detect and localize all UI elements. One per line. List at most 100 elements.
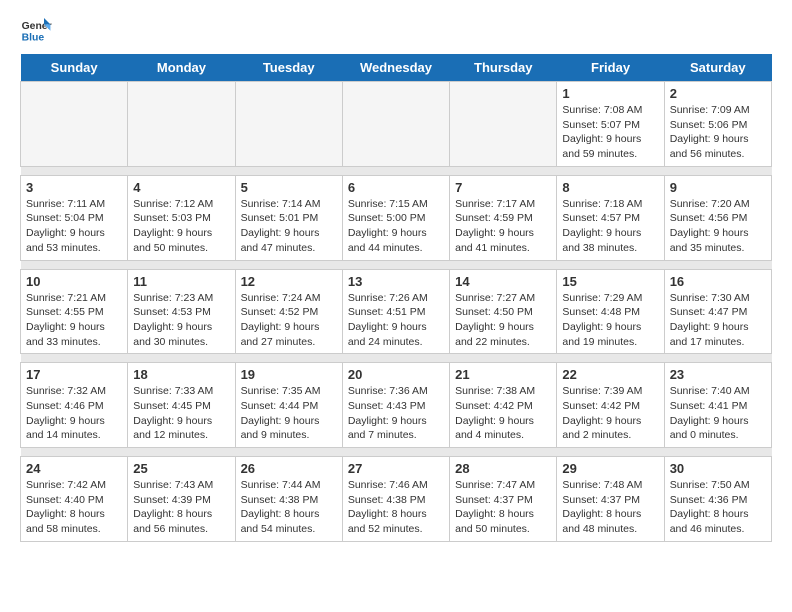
- day-detail: Sunrise: 7:17 AM Sunset: 4:59 PM Dayligh…: [455, 197, 551, 256]
- calendar-cell: 18 Sunrise: 7:33 AM Sunset: 4:45 PM Dayli…: [128, 363, 235, 448]
- day-detail: Sunrise: 7:08 AM Sunset: 5:07 PM Dayligh…: [562, 103, 658, 162]
- day-number: 4: [133, 180, 229, 195]
- calendar-cell: 14 Sunrise: 7:27 AM Sunset: 4:50 PM Dayli…: [450, 269, 557, 354]
- spacer-cell: [21, 166, 772, 175]
- day-number: 24: [26, 461, 122, 476]
- calendar-cell: 17Sunrise: 7:32 AM Sunset: 4:46 PM Dayli…: [21, 363, 128, 448]
- day-detail: Sunrise: 7:26 AM Sunset: 4:51 PM Dayligh…: [348, 291, 444, 350]
- calendar-header: SundayMondayTuesdayWednesdayThursdayFrid…: [21, 54, 772, 82]
- header-day-friday: Friday: [557, 54, 664, 82]
- calendar-cell: 29 Sunrise: 7:48 AM Sunset: 4:37 PM Dayli…: [557, 457, 664, 542]
- header-day-wednesday: Wednesday: [342, 54, 449, 82]
- day-number: 13: [348, 274, 444, 289]
- spacer-row: [21, 260, 772, 269]
- day-detail: Sunrise: 7:15 AM Sunset: 5:00 PM Dayligh…: [348, 197, 444, 256]
- spacer-row: [21, 448, 772, 457]
- day-number: 27: [348, 461, 444, 476]
- calendar-cell: 12Sunrise: 7:24 AM Sunset: 4:52 PM Dayli…: [235, 269, 342, 354]
- day-detail: Sunrise: 7:27 AM Sunset: 4:50 PM Dayligh…: [455, 291, 551, 350]
- week-row-3: 17Sunrise: 7:32 AM Sunset: 4:46 PM Dayli…: [21, 363, 772, 448]
- spacer-cell: [21, 448, 772, 457]
- day-number: 5: [241, 180, 337, 195]
- header: General Blue: [20, 16, 772, 44]
- day-detail: Sunrise: 7:47 AM Sunset: 4:37 PM Dayligh…: [455, 478, 551, 537]
- day-number: 21: [455, 367, 551, 382]
- main-container: General Blue SundayMondayTuesdayWednesda…: [0, 0, 792, 558]
- day-number: 1: [562, 86, 658, 101]
- day-detail: Sunrise: 7:48 AM Sunset: 4:37 PM Dayligh…: [562, 478, 658, 537]
- calendar-cell: 26Sunrise: 7:44 AM Sunset: 4:38 PM Dayli…: [235, 457, 342, 542]
- day-number: 30: [670, 461, 766, 476]
- day-number: 3: [26, 180, 122, 195]
- header-day-monday: Monday: [128, 54, 235, 82]
- day-number: 11: [133, 274, 229, 289]
- day-number: 7: [455, 180, 551, 195]
- day-number: 25: [133, 461, 229, 476]
- day-detail: Sunrise: 7:18 AM Sunset: 4:57 PM Dayligh…: [562, 197, 658, 256]
- day-detail: Sunrise: 7:42 AM Sunset: 4:40 PM Dayligh…: [26, 478, 122, 537]
- calendar-cell: 20 Sunrise: 7:36 AM Sunset: 4:43 PM Dayli…: [342, 363, 449, 448]
- header-day-saturday: Saturday: [664, 54, 771, 82]
- day-detail: Sunrise: 7:14 AM Sunset: 5:01 PM Dayligh…: [241, 197, 337, 256]
- day-detail: Sunrise: 7:36 AM Sunset: 4:43 PM Dayligh…: [348, 384, 444, 443]
- day-detail: Sunrise: 7:38 AM Sunset: 4:42 PM Dayligh…: [455, 384, 551, 443]
- calendar-cell: 5 Sunrise: 7:14 AM Sunset: 5:01 PM Daylig…: [235, 175, 342, 260]
- calendar-cell: 4 Sunrise: 7:12 AM Sunset: 5:03 PM Daylig…: [128, 175, 235, 260]
- calendar-cell: 21 Sunrise: 7:38 AM Sunset: 4:42 PM Dayli…: [450, 363, 557, 448]
- day-detail: Sunrise: 7:32 AM Sunset: 4:46 PM Dayligh…: [26, 384, 122, 443]
- day-detail: Sunrise: 7:40 AM Sunset: 4:41 PM Dayligh…: [670, 384, 766, 443]
- logo-icon: General Blue: [20, 16, 52, 44]
- calendar-cell: 16Sunrise: 7:30 AM Sunset: 4:47 PM Dayli…: [664, 269, 771, 354]
- header-day-tuesday: Tuesday: [235, 54, 342, 82]
- calendar-cell: 19 Sunrise: 7:35 AM Sunset: 4:44 PM Dayli…: [235, 363, 342, 448]
- day-number: 10: [26, 274, 122, 289]
- day-detail: Sunrise: 7:20 AM Sunset: 4:56 PM Dayligh…: [670, 197, 766, 256]
- calendar-cell: 6Sunrise: 7:15 AM Sunset: 5:00 PM Daylig…: [342, 175, 449, 260]
- calendar-cell: [21, 82, 128, 167]
- spacer-row: [21, 166, 772, 175]
- calendar-cell: 13 Sunrise: 7:26 AM Sunset: 4:51 PM Dayli…: [342, 269, 449, 354]
- week-row-2: 10 Sunrise: 7:21 AM Sunset: 4:55 PM Dayli…: [21, 269, 772, 354]
- week-row-4: 24 Sunrise: 7:42 AM Sunset: 4:40 PM Dayli…: [21, 457, 772, 542]
- spacer-row: [21, 354, 772, 363]
- day-number: 29: [562, 461, 658, 476]
- day-detail: Sunrise: 7:33 AM Sunset: 4:45 PM Dayligh…: [133, 384, 229, 443]
- day-number: 18: [133, 367, 229, 382]
- calendar-cell: 25 Sunrise: 7:43 AM Sunset: 4:39 PM Dayli…: [128, 457, 235, 542]
- calendar-cell: 2Sunrise: 7:09 AM Sunset: 5:06 PM Daylig…: [664, 82, 771, 167]
- day-number: 2: [670, 86, 766, 101]
- logo: General Blue: [20, 16, 56, 44]
- day-number: 14: [455, 274, 551, 289]
- calendar-cell: 11 Sunrise: 7:23 AM Sunset: 4:53 PM Dayli…: [128, 269, 235, 354]
- calendar-cell: 15Sunrise: 7:29 AM Sunset: 4:48 PM Dayli…: [557, 269, 664, 354]
- day-detail: Sunrise: 7:23 AM Sunset: 4:53 PM Dayligh…: [133, 291, 229, 350]
- day-number: 23: [670, 367, 766, 382]
- svg-text:Blue: Blue: [22, 32, 45, 43]
- calendar-cell: [342, 82, 449, 167]
- day-detail: Sunrise: 7:50 AM Sunset: 4:36 PM Dayligh…: [670, 478, 766, 537]
- day-detail: Sunrise: 7:24 AM Sunset: 4:52 PM Dayligh…: [241, 291, 337, 350]
- day-number: 16: [670, 274, 766, 289]
- calendar-cell: [128, 82, 235, 167]
- header-row: SundayMondayTuesdayWednesdayThursdayFrid…: [21, 54, 772, 82]
- calendar-cell: 10 Sunrise: 7:21 AM Sunset: 4:55 PM Dayli…: [21, 269, 128, 354]
- day-detail: Sunrise: 7:21 AM Sunset: 4:55 PM Dayligh…: [26, 291, 122, 350]
- calendar-cell: 23 Sunrise: 7:40 AM Sunset: 4:41 PM Dayli…: [664, 363, 771, 448]
- spacer-cell: [21, 260, 772, 269]
- day-number: 20: [348, 367, 444, 382]
- day-detail: Sunrise: 7:46 AM Sunset: 4:38 PM Dayligh…: [348, 478, 444, 537]
- day-detail: Sunrise: 7:35 AM Sunset: 4:44 PM Dayligh…: [241, 384, 337, 443]
- day-number: 28: [455, 461, 551, 476]
- calendar-cell: 1 Sunrise: 7:08 AM Sunset: 5:07 PM Daylig…: [557, 82, 664, 167]
- calendar-body: 1 Sunrise: 7:08 AM Sunset: 5:07 PM Daylig…: [21, 82, 772, 542]
- calendar-cell: 28 Sunrise: 7:47 AM Sunset: 4:37 PM Dayli…: [450, 457, 557, 542]
- day-number: 9: [670, 180, 766, 195]
- day-detail: Sunrise: 7:39 AM Sunset: 4:42 PM Dayligh…: [562, 384, 658, 443]
- day-number: 19: [241, 367, 337, 382]
- day-detail: Sunrise: 7:43 AM Sunset: 4:39 PM Dayligh…: [133, 478, 229, 537]
- calendar-cell: 7 Sunrise: 7:17 AM Sunset: 4:59 PM Daylig…: [450, 175, 557, 260]
- calendar-cell: 27 Sunrise: 7:46 AM Sunset: 4:38 PM Dayli…: [342, 457, 449, 542]
- calendar-cell: 8Sunrise: 7:18 AM Sunset: 4:57 PM Daylig…: [557, 175, 664, 260]
- day-detail: Sunrise: 7:12 AM Sunset: 5:03 PM Dayligh…: [133, 197, 229, 256]
- day-number: 26: [241, 461, 337, 476]
